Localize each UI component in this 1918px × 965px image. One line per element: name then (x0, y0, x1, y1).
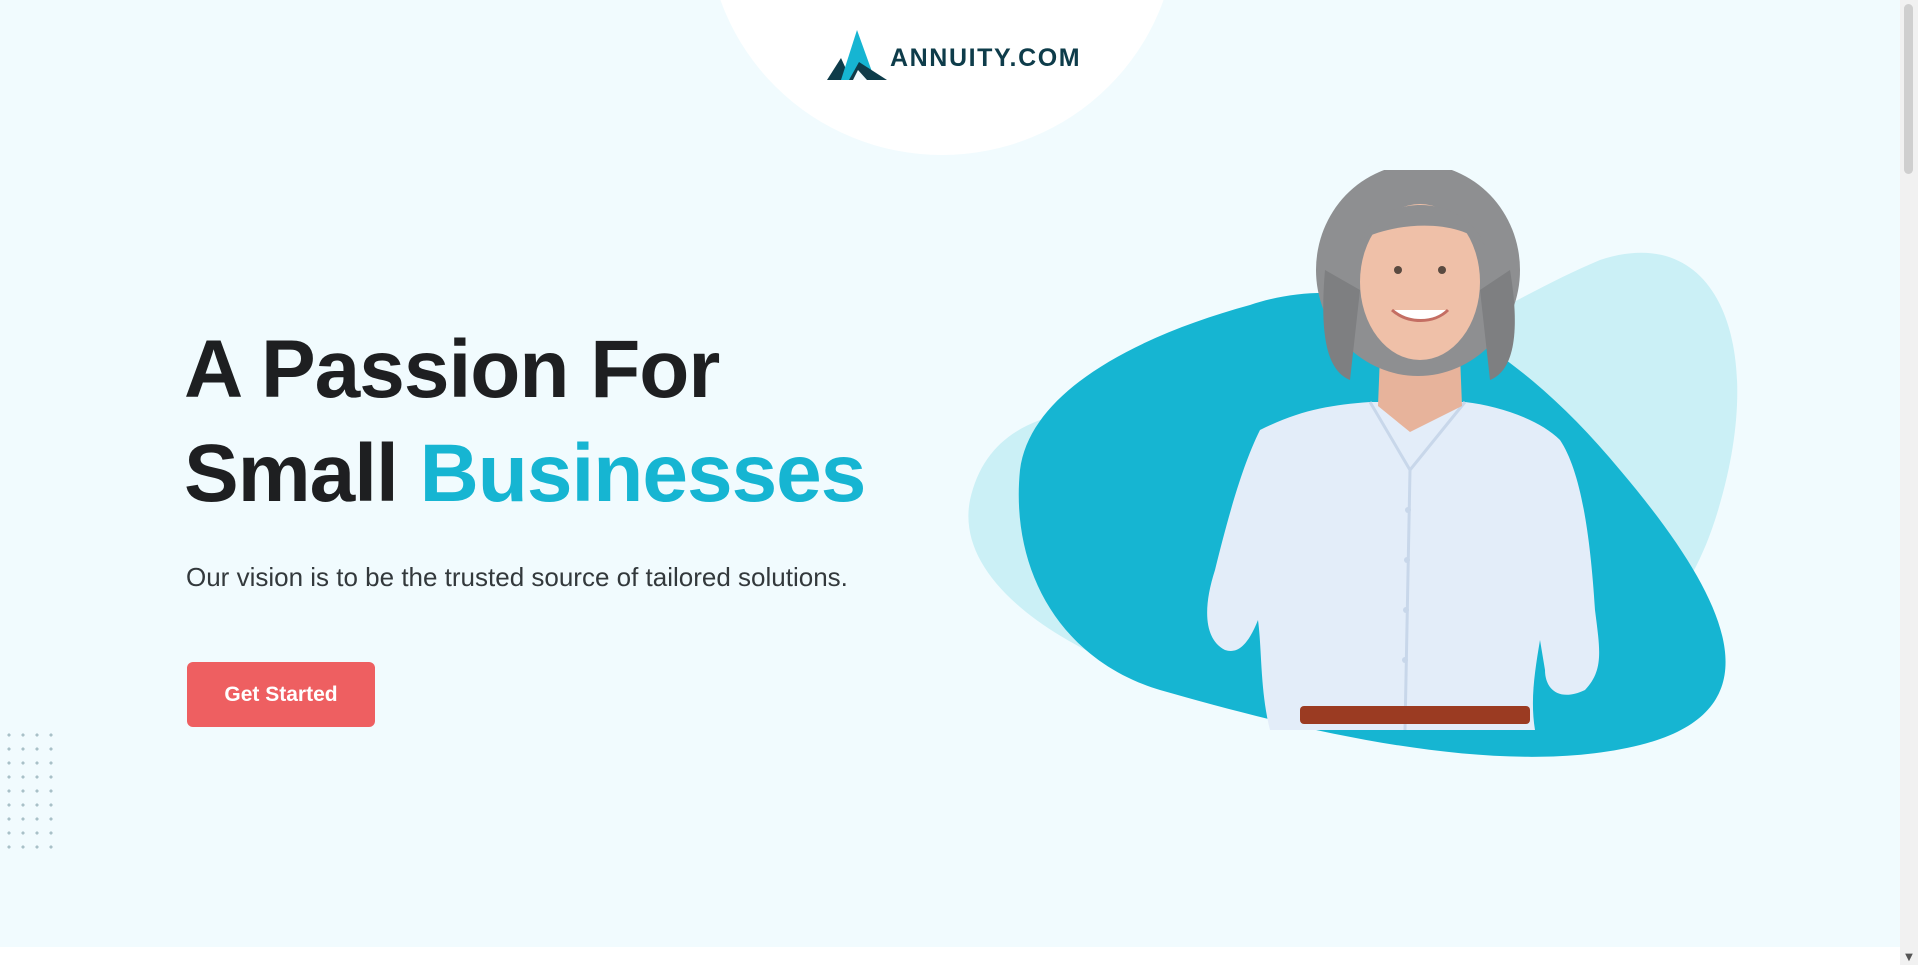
decorative-dot-grid (2, 728, 60, 858)
scroll-down-arrow-icon[interactable]: ▼ (1900, 952, 1918, 963)
smiling-woman-photo (968, 164, 1738, 757)
scrollbar-thumb[interactable] (1904, 4, 1913, 174)
headline-line-2-accent: Businesses (419, 428, 867, 519)
hero-headline: A Passion For Small Businesses (184, 318, 867, 526)
hero-visual (940, 164, 1740, 875)
headline-line-1: A Passion For (184, 324, 720, 415)
hero-section: ANNUITY.COM A Passion For Small Businesse… (0, 0, 1900, 947)
get-started-button[interactable]: Get Started (187, 662, 375, 727)
site-logo[interactable]: ANNUITY.COM (827, 28, 1081, 82)
page-scrollbar[interactable]: ▼ (1900, 0, 1918, 965)
brand-name: ANNUITY.COM (890, 43, 1082, 72)
headline-line-2-plain: Small (184, 428, 399, 519)
mountain-logo-icon (827, 28, 887, 82)
hero-subtitle: Our vision is to be the trusted source o… (186, 562, 848, 592)
